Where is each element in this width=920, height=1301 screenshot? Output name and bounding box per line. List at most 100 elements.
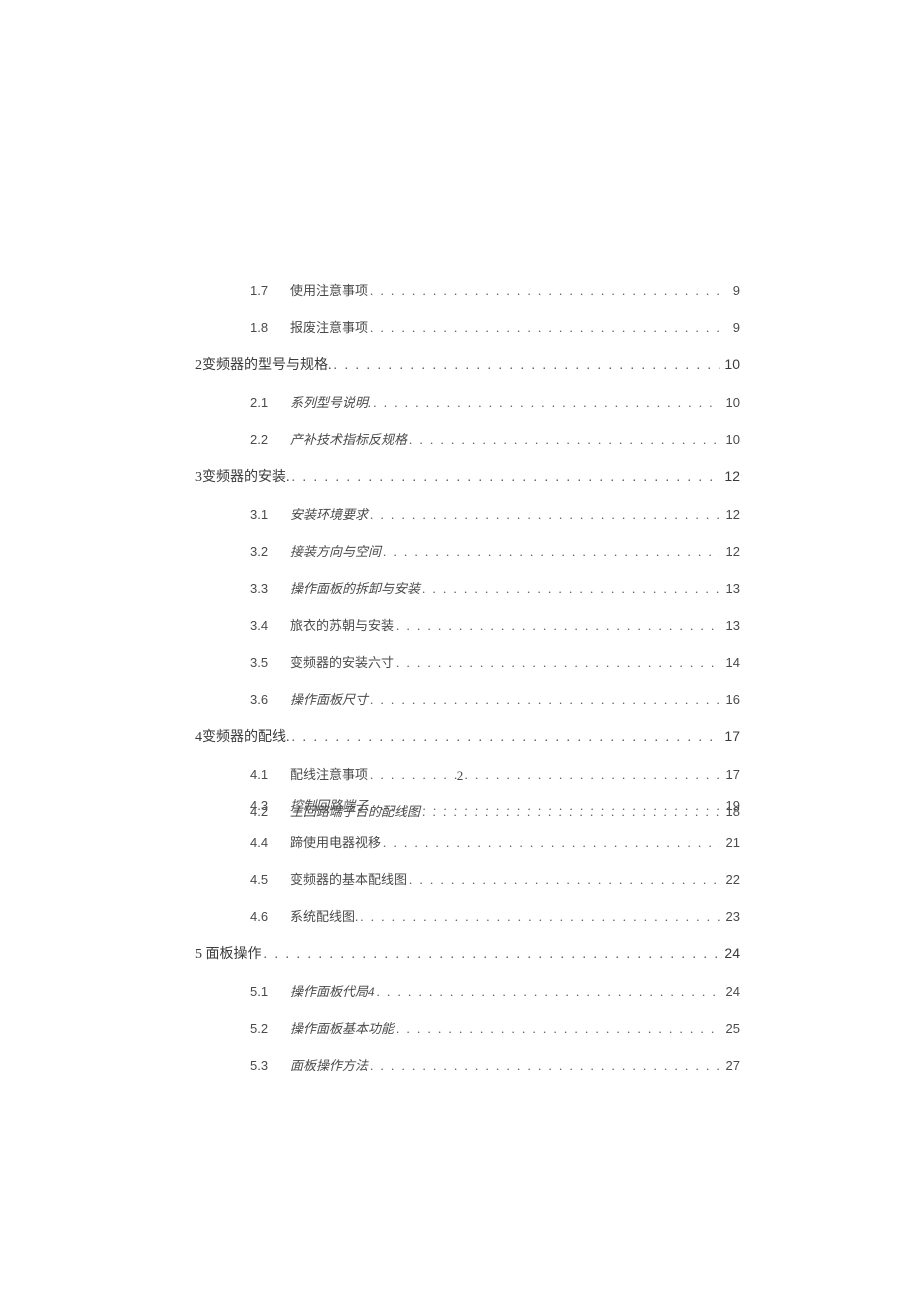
toc-entry: 4.4 蹄使用电器视移 21 [250, 832, 740, 851]
toc-title: 操作面板代局4 [290, 981, 375, 1000]
toc-title: 变频器的基本配线图 [290, 869, 407, 888]
toc-page-ref: 10 [722, 356, 740, 372]
toc-title: 接装方向与空间 [290, 541, 381, 560]
toc-title: 控制回路端子 [290, 795, 368, 814]
toc-page-ref: 17 [722, 728, 740, 744]
toc-title: 操作面板基本功能 [290, 1018, 394, 1037]
toc-page-ref: 13 [722, 581, 740, 596]
toc-leader [370, 507, 720, 523]
toc-number: 1.7 [250, 283, 280, 298]
toc-leader [377, 984, 720, 1000]
toc-title: 产补技术指标反规格 [290, 429, 407, 448]
toc-entry: 3.1 安装环境要求 12 [250, 504, 740, 523]
toc-number: 2.1 [250, 395, 280, 410]
toc-title: 面板操作方法 [290, 1055, 368, 1074]
toc-section-label: 5 面板操作 [195, 943, 262, 963]
toc-page-ref: 12 [722, 544, 740, 559]
toc-entry: 3.5 变频器的安装六寸 14 [250, 652, 740, 671]
toc-page-ref: 23 [722, 909, 740, 924]
toc-page-ref: 27 [722, 1058, 740, 1073]
toc-number: 5.3 [250, 1058, 280, 1073]
toc-entry: 3.3 操作面板的拆卸与安装 13 [250, 578, 740, 597]
toc-page-ref: 19 [722, 798, 740, 813]
toc-title: 报废注意事项 [290, 317, 368, 336]
toc-section-label: 3变频器的安装. [195, 466, 290, 486]
toc-number: 3.5 [250, 655, 280, 670]
toc-entry: 1.8 报废注意事项 9 [250, 317, 740, 336]
toc-entry: 5.2 操作面板基本功能 25 [250, 1018, 740, 1037]
toc-title: 旅衣的苏朝与安装 [290, 615, 394, 634]
toc-page-ref: 10 [722, 432, 740, 447]
toc-entry: 3变频器的安装. 12 [195, 466, 740, 486]
toc-leader [383, 835, 720, 851]
toc-entry: 2.1 系列型号说明. 10 [250, 392, 740, 411]
toc-page-ref: 21 [722, 835, 740, 850]
toc-number: 3.4 [250, 618, 280, 633]
toc-number: 4.5 [250, 872, 280, 887]
toc-number: 5.1 [250, 984, 280, 999]
toc-leader [370, 692, 720, 708]
toc-title: 变频器的安装六寸 [290, 652, 394, 671]
toc-number: 4.3 [250, 798, 280, 813]
toc-entry: 5.1 操作面板代局4 24 [250, 981, 740, 1000]
toc-page-ref: 24 [722, 945, 740, 961]
toc-page-ref: 12 [722, 468, 740, 484]
toc-page-ref: 24 [722, 984, 740, 999]
toc-entry: 4.5 变频器的基本配线图 22 [250, 869, 740, 888]
toc-page-ref: 25 [722, 1021, 740, 1036]
toc-page-ref: 9 [722, 320, 740, 335]
toc-leader [370, 798, 720, 814]
toc-leader [396, 655, 720, 671]
toc-title: 安装环境要求 [290, 504, 368, 523]
toc-leader [409, 432, 720, 448]
toc-leader [370, 283, 720, 299]
toc-entry: 2.2 产补技术指标反规格 10 [250, 429, 740, 448]
toc-page-ref: 13 [722, 618, 740, 633]
toc-page-ref: 10 [722, 395, 740, 410]
toc-leader [422, 581, 720, 597]
toc-entry: 4.6系统配线图.23 [250, 906, 740, 925]
toc-entry: 3.6 操作面板尺寸 16 [250, 689, 740, 708]
toc-entry: 3.4 旅衣的苏朝与安装 13 [250, 615, 740, 634]
toc-leader [292, 470, 721, 486]
toc-page-ref: 16 [722, 692, 740, 707]
toc-page-ref: 14 [722, 655, 740, 670]
toc-leader [334, 358, 721, 374]
toc-leader [409, 872, 720, 888]
toc-entry: 5.3 面板操作方法 27 [250, 1055, 740, 1074]
page-number: 2 [0, 768, 920, 784]
toc-entry: 4变频器的配线. 17 [195, 726, 740, 746]
toc-entry: 5 面板操作 24 [195, 943, 740, 963]
toc-title: 操作面板的拆卸与安装 [290, 578, 420, 597]
toc-leader [383, 544, 720, 560]
toc-leader [373, 395, 720, 411]
toc-entry: 2变频器的型号与规格. 10 [195, 354, 740, 374]
toc-entry: 4.3 控制回路端子 19 [250, 795, 740, 814]
toc-page-ref: 22 [722, 872, 740, 887]
toc-number: 2.2 [250, 432, 280, 447]
toc-number: 1.8 [250, 320, 280, 335]
toc-page-ref: 12 [722, 507, 740, 522]
toc-leader [292, 730, 721, 746]
toc-section-label: 2变频器的型号与规格. [195, 354, 332, 374]
toc-title: 系列型号说明. [290, 392, 371, 411]
toc-title: 使用注意事项 [290, 280, 368, 299]
toc-leader [396, 618, 720, 634]
toc-title: 蹄使用电器视移 [290, 832, 381, 851]
toc-leader [360, 909, 720, 925]
toc-section-label: 4变频器的配线. [195, 726, 290, 746]
toc-number: 3.3 [250, 581, 280, 596]
toc-title: 操作面板尺寸 [290, 689, 368, 708]
toc-page-1: 1.7 使用注意事项 9 1.8 报废注意事项 9 2变频器的型号与规格. 10 2.1 系列型号… [195, 280, 740, 838]
toc-number: 3.1 [250, 507, 280, 522]
toc-number: 5.2 [250, 1021, 280, 1036]
toc-number: 4.6 [250, 909, 280, 924]
toc-page-2: 4.3 控制回路端子 19 4.4 蹄使用电器视移 21 4.5 变频器的基本配线图 22 4.6… [195, 795, 740, 1092]
toc-leader [396, 1021, 720, 1037]
toc-page-ref: 9 [722, 283, 740, 298]
toc-number: 3.6 [250, 692, 280, 707]
toc-entry: 1.7 使用注意事项 9 [250, 280, 740, 299]
toc-leader [264, 947, 721, 963]
toc-entry: 3.2接装方向与空间12 [250, 541, 740, 560]
toc-number: 4.4 [250, 835, 280, 850]
